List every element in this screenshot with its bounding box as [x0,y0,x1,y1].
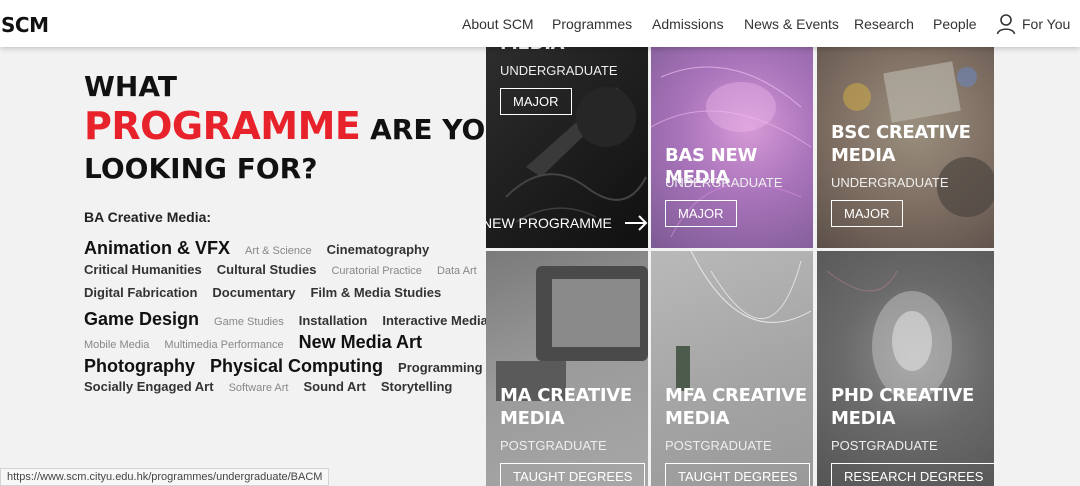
scm-logo[interactable]: SCM [1,13,49,37]
tag-row: Socially Engaged Art Software Art Sound Ar… [84,379,469,403]
tile-bsc-creative-media[interactable]: BSC CREATIVE MEDIA UNDERGRADUATE MAJOR [817,47,994,248]
tile-title-line-2: MEDIA [831,145,896,166]
major-tag-link[interactable]: Photography [84,356,195,377]
major-tag-link[interactable]: Cinematography [327,242,430,257]
page-heading: WHAT PROGRAMME ARE YOU LOOKING FOR? [84,70,508,186]
tile-bas-new-media[interactable]: BAS NEW MEDIA UNDERGRADUATE MAJOR [651,47,813,248]
for-you-label: For You [1022,16,1071,32]
tile-phd-creative-media[interactable]: PHD CREATIVE MEDIA POSTGRADUATE RESEARCH… [817,251,994,486]
major-tag-cloud: Animation & VFX Art & Science Cinematograp… [84,238,488,403]
taught-degrees-button[interactable]: TAUGHT DEGREES [665,463,811,486]
major-tag-link[interactable]: Socially Engaged Art [84,379,214,394]
tile-level: UNDERGRADUATE [665,175,783,190]
tag-row: Game Design Game Studies Installation Inter… [84,309,488,333]
nav-news-events[interactable]: News & Events [744,16,839,32]
major-tag-link[interactable]: Documentary [212,285,295,300]
heading-line-1: WHAT [84,70,177,103]
major-tag-link[interactable]: Game Studies [214,316,284,328]
research-degrees-button[interactable]: RESEARCH DEGREES [831,463,994,486]
major-button[interactable]: MAJOR [500,88,572,115]
major-tag-link[interactable]: Animation & VFX [84,238,230,259]
tile-level: POSTGRADUATE [500,438,607,453]
heading-line-2: PROGRAMME ARE YOU [84,104,508,152]
major-tag-link[interactable]: Interactive Media [382,313,488,328]
tile-level: UNDERGRADUATE [500,63,618,78]
major-button[interactable]: MAJOR [665,200,737,227]
major-tag-link[interactable]: Cultural Studies [217,262,317,277]
tile-title-line-2: MEDIA [831,408,896,429]
major-tag-link[interactable]: Digital Fabrication [84,285,197,300]
heading-highlight: PROGRAMME [84,104,361,148]
major-tag-link[interactable]: Game Design [84,309,199,330]
nav-admissions[interactable]: Admissions [652,16,724,32]
major-tag-link[interactable]: Mobile Media [84,339,149,351]
major-tag-link[interactable]: New Media Art [299,332,422,353]
nav-programmes[interactable]: Programmes [552,16,632,32]
major-tag-link[interactable]: Film & Media Studies [310,285,441,300]
tile-mfa-creative-media[interactable]: MFA CREATIVE MEDIA POSTGRADUATE TAUGHT D… [651,251,813,486]
major-tag-link[interactable]: Multimedia Performance [164,339,283,351]
tile-title-line-2: MEDIA [500,408,565,429]
tile-level: POSTGRADUATE [831,438,938,453]
tile-title: MEDIA [500,47,565,55]
tile-level: UNDERGRADUATE [831,175,949,190]
for-you-button[interactable]: For You [996,13,1070,35]
link-status-bar: https://www.scm.cityu.edu.hk/programmes/… [0,468,330,486]
tag-row: Animation & VFX Art & Science Cinematograp… [84,238,469,262]
tile-ma-creative-media[interactable]: MA CREATIVE MEDIA POSTGRADUATE TAUGHT DE… [486,251,648,486]
tile-title-line-1: BSC CREATIVE [831,122,971,143]
tile-level: POSTGRADUATE [665,438,772,453]
major-tag-link[interactable]: Physical Computing [210,356,383,377]
tile-ba-creative-media[interactable]: MEDIA UNDERGRADUATE MAJOR NEW PROGRAMME [486,47,648,248]
top-navigation-bar: SCM About SCM Programmes Admissions News… [0,0,1080,47]
tile-title-line-1: PHD CREATIVE [831,385,974,406]
major-tag-link[interactable]: Curatorial Practice [331,265,421,277]
major-tag-link[interactable]: Sound Art [303,379,365,394]
nav-about-scm[interactable]: About SCM [462,16,534,32]
tag-row: Photography Physical Computing Programming [84,356,483,380]
tile-title-line-2: MEDIA [665,408,730,429]
tag-row: Critical Humanities Cultural Studies Curat… [84,262,477,286]
nav-research[interactable]: Research [854,16,914,32]
major-tag-link[interactable]: Storytelling [381,379,453,394]
major-tag-link[interactable]: Data Art [437,265,477,277]
major-tag-link[interactable]: Critical Humanities [84,262,202,277]
major-button[interactable]: MAJOR [831,200,903,227]
new-programme-link[interactable]: NEW PROGRAMME [486,215,648,231]
tag-row: Mobile Media Multimedia Performance New Me… [84,332,469,356]
tag-row: Digital Fabrication Documentary Film & Med… [84,285,469,309]
major-tag-link[interactable]: Installation [299,313,368,328]
ba-creative-media-label: BA Creative Media: [84,209,212,225]
taught-degrees-button[interactable]: TAUGHT DEGREES [500,463,646,486]
arrow-right-icon [624,215,648,231]
heading-line-3: LOOKING FOR? [84,152,318,185]
major-tag-link[interactable]: Software Art [229,382,289,394]
tile-title-line-1: MA CREATIVE [500,385,632,406]
nav-people[interactable]: People [933,16,977,32]
new-programme-label: NEW PROGRAMME [486,215,612,231]
user-icon [996,14,1016,35]
tile-title-line-1: MFA CREATIVE [665,385,807,406]
major-tag-link[interactable]: Programming [398,360,483,375]
major-tag-link[interactable]: Art & Science [245,245,312,257]
